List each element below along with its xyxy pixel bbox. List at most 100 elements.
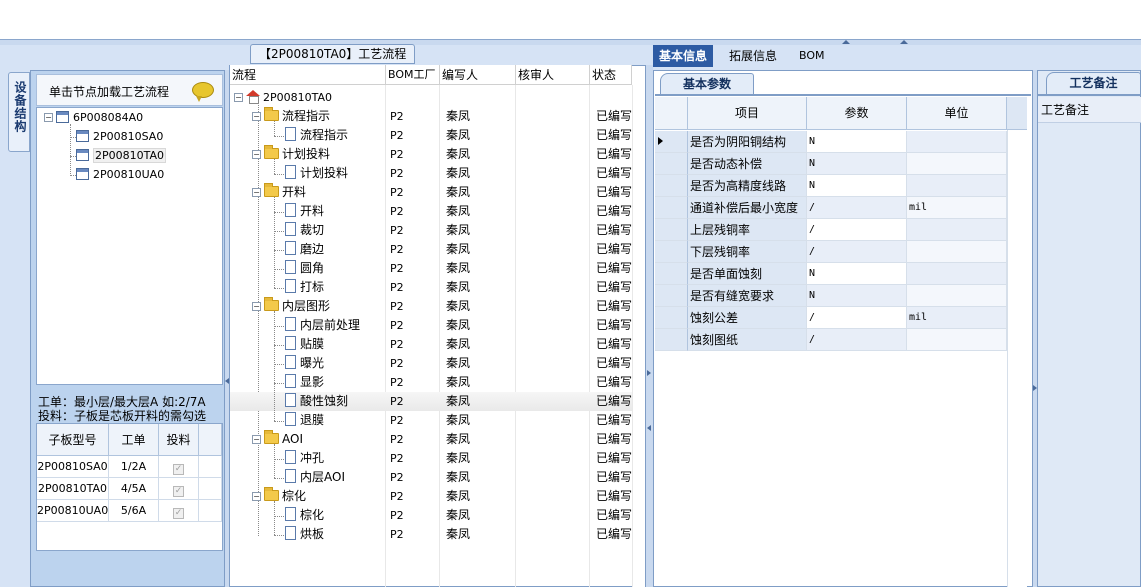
process-row[interactable]: 退膜 P2 秦凤 已编写 [230,411,632,430]
status-cell: 已编写 [596,299,633,313]
process-row[interactable]: 曝光 P2 秦凤 已编写 [230,354,632,373]
work-order-cell[interactable]: 4/5A [109,478,159,500]
process-row[interactable]: 冲孔 P2 秦凤 已编写 [230,449,632,468]
process-row[interactable]: − 棕化 P2 秦凤 已编写 [230,487,632,506]
collapse-toggle-icon[interactable]: − [252,435,261,444]
tree-node[interactable]: 2P00810TA0 [76,148,167,163]
col-header-author[interactable]: 编写人 [440,65,516,85]
tree-node[interactable]: 2P00810SA0 [76,130,163,143]
process-row[interactable]: − 计划投料 P2 秦凤 已编写 [230,145,632,164]
process-row[interactable]: 计划投料 P2 秦凤 已编写 [230,164,632,183]
param-unit-cell[interactable] [907,153,1007,175]
process-row[interactable]: 打标 P2 秦凤 已编写 [230,278,632,297]
process-row[interactable]: 棕化 P2 秦凤 已编写 [230,506,632,525]
author-cell: 秦凤 [446,280,471,294]
tab-basic-info[interactable]: 基本信息 [653,45,714,67]
param-value-cell[interactable]: N [807,131,907,153]
process-row[interactable]: 流程指示 P2 秦凤 已编写 [230,126,632,145]
process-row[interactable]: 贴膜 P2 秦凤 已编写 [230,335,632,354]
tab-basic-params[interactable]: 基本参数 [660,73,754,94]
param-value-cell[interactable]: / [807,197,907,219]
feed-checkbox[interactable]: ✓ [173,464,184,475]
sub-model-cell[interactable]: 2P00810SA0 [37,456,109,478]
collapse-right-icon[interactable] [647,370,651,376]
collapse-toggle-icon[interactable]: − [252,112,261,121]
collapse-toggle-icon[interactable]: − [234,93,243,102]
param-unit-cell[interactable] [907,131,1007,153]
param-row[interactable]: 上层残铜率 / [655,219,1027,241]
param-value-cell[interactable]: N [807,263,907,285]
param-unit-cell[interactable] [907,329,1007,351]
process-row[interactable]: − 流程指示 P2 秦凤 已编写 [230,107,632,126]
work-order-cell[interactable]: 1/2A [109,456,159,478]
param-unit-cell[interactable] [907,263,1007,285]
col-header-sub-model[interactable]: 子板型号 [37,424,109,456]
param-row[interactable]: 蚀刻公差 / mil [655,307,1027,329]
feed-checkbox[interactable]: ✓ [173,486,184,497]
param-unit-cell[interactable]: mil [907,307,1007,329]
collapse-toggle-icon[interactable]: − [252,492,261,501]
param-row[interactable]: 下层残铜率 / [655,241,1027,263]
col-header-flow[interactable]: 流程 [230,65,386,85]
process-row[interactable]: 内层AOI P2 秦凤 已编写 [230,468,632,487]
collapse-toggle-icon[interactable]: − [252,188,261,197]
param-row[interactable]: 是否为阴阳铜结构 N [655,131,1027,153]
param-value-cell[interactable]: / [807,219,907,241]
param-row[interactable]: 通道补偿后最小宽度 / mil [655,197,1027,219]
param-value-cell[interactable]: / [807,241,907,263]
process-row[interactable]: 开料 P2 秦凤 已编写 [230,202,632,221]
param-unit-cell[interactable] [907,285,1007,307]
device-structure-tab[interactable]: 设备结构 [8,72,30,152]
col-header-work-order[interactable]: 工单 [109,424,159,456]
col-header-item[interactable]: 项目 [688,97,807,130]
param-row[interactable]: 是否为高精度线路 N [655,175,1027,197]
param-unit-cell[interactable]: mil [907,197,1007,219]
process-row[interactable]: − 内层图形 P2 秦凤 已编写 [230,297,632,316]
process-row[interactable]: 圆角 P2 秦凤 已编写 [230,259,632,278]
tab-bom[interactable]: BOM [793,45,831,67]
param-unit-cell[interactable] [907,175,1007,197]
collapse-toggle-icon[interactable]: − [44,113,53,122]
param-unit-cell[interactable] [907,241,1007,263]
middle-panel-splitter[interactable] [646,65,653,587]
process-row[interactable]: 烘板 P2 秦凤 已编写 [230,525,632,544]
tab-process-notes[interactable]: 工艺备注 [1046,72,1141,94]
param-row[interactable]: 是否单面蚀刻 N [655,263,1027,285]
process-row[interactable]: 酸性蚀刻 P2 秦凤 已编写 [230,392,632,411]
tree-node[interactable]: − 6P008084A0 [44,111,143,124]
param-value-cell[interactable]: N [807,175,907,197]
process-row[interactable]: 磨边 P2 秦凤 已编写 [230,240,632,259]
process-flow-scrollbar[interactable] [632,85,645,587]
col-header-reviewer[interactable]: 核审人 [516,65,590,85]
col-header-unit[interactable]: 单位 [907,97,1007,130]
process-row[interactable]: − AOI P2 秦凤 已编写 [230,430,632,449]
tree-node[interactable]: 2P00810UA0 [76,168,164,181]
param-value-cell[interactable]: N [807,285,907,307]
param-row[interactable]: 是否动态补偿 N [655,153,1027,175]
param-unit-cell[interactable] [907,219,1007,241]
collapse-up-icon[interactable] [900,40,908,44]
collapse-left-icon[interactable] [647,425,651,431]
process-row[interactable]: 内层前处理 P2 秦凤 已编写 [230,316,632,335]
col-header-status[interactable]: 状态 [590,65,632,85]
process-row[interactable]: 显影 P2 秦凤 已编写 [230,373,632,392]
process-row[interactable]: − 开料 P2 秦凤 已编写 [230,183,632,202]
col-header-bom-factory[interactable]: BOM工厂 [386,65,440,85]
param-value-cell[interactable]: / [807,329,907,351]
param-value-cell[interactable]: / [807,307,907,329]
collapse-toggle-icon[interactable]: − [252,150,261,159]
param-row[interactable]: 是否有缝宽要求 N [655,285,1027,307]
process-row[interactable]: 裁切 P2 秦凤 已编写 [230,221,632,240]
param-row[interactable]: 蚀刻图纸 / [655,329,1027,351]
collapse-up-icon[interactable] [842,40,850,44]
collapse-toggle-icon[interactable]: − [252,302,261,311]
col-header-param[interactable]: 参数 [807,97,907,130]
process-root-row[interactable]: − 2P00810TA0 [230,88,632,107]
param-value-cell[interactable]: N [807,153,907,175]
work-order-cell[interactable]: 5/6A [109,500,159,522]
tab-extended-info[interactable]: 拓展信息 [723,45,783,67]
col-header-feed[interactable]: 投料 [159,424,199,456]
sub-model-cell[interactable]: 2P00810UA0 [37,500,109,522]
feed-checkbox[interactable]: ✓ [173,508,184,519]
sub-model-cell[interactable]: 2P00810TA0 [37,478,109,500]
